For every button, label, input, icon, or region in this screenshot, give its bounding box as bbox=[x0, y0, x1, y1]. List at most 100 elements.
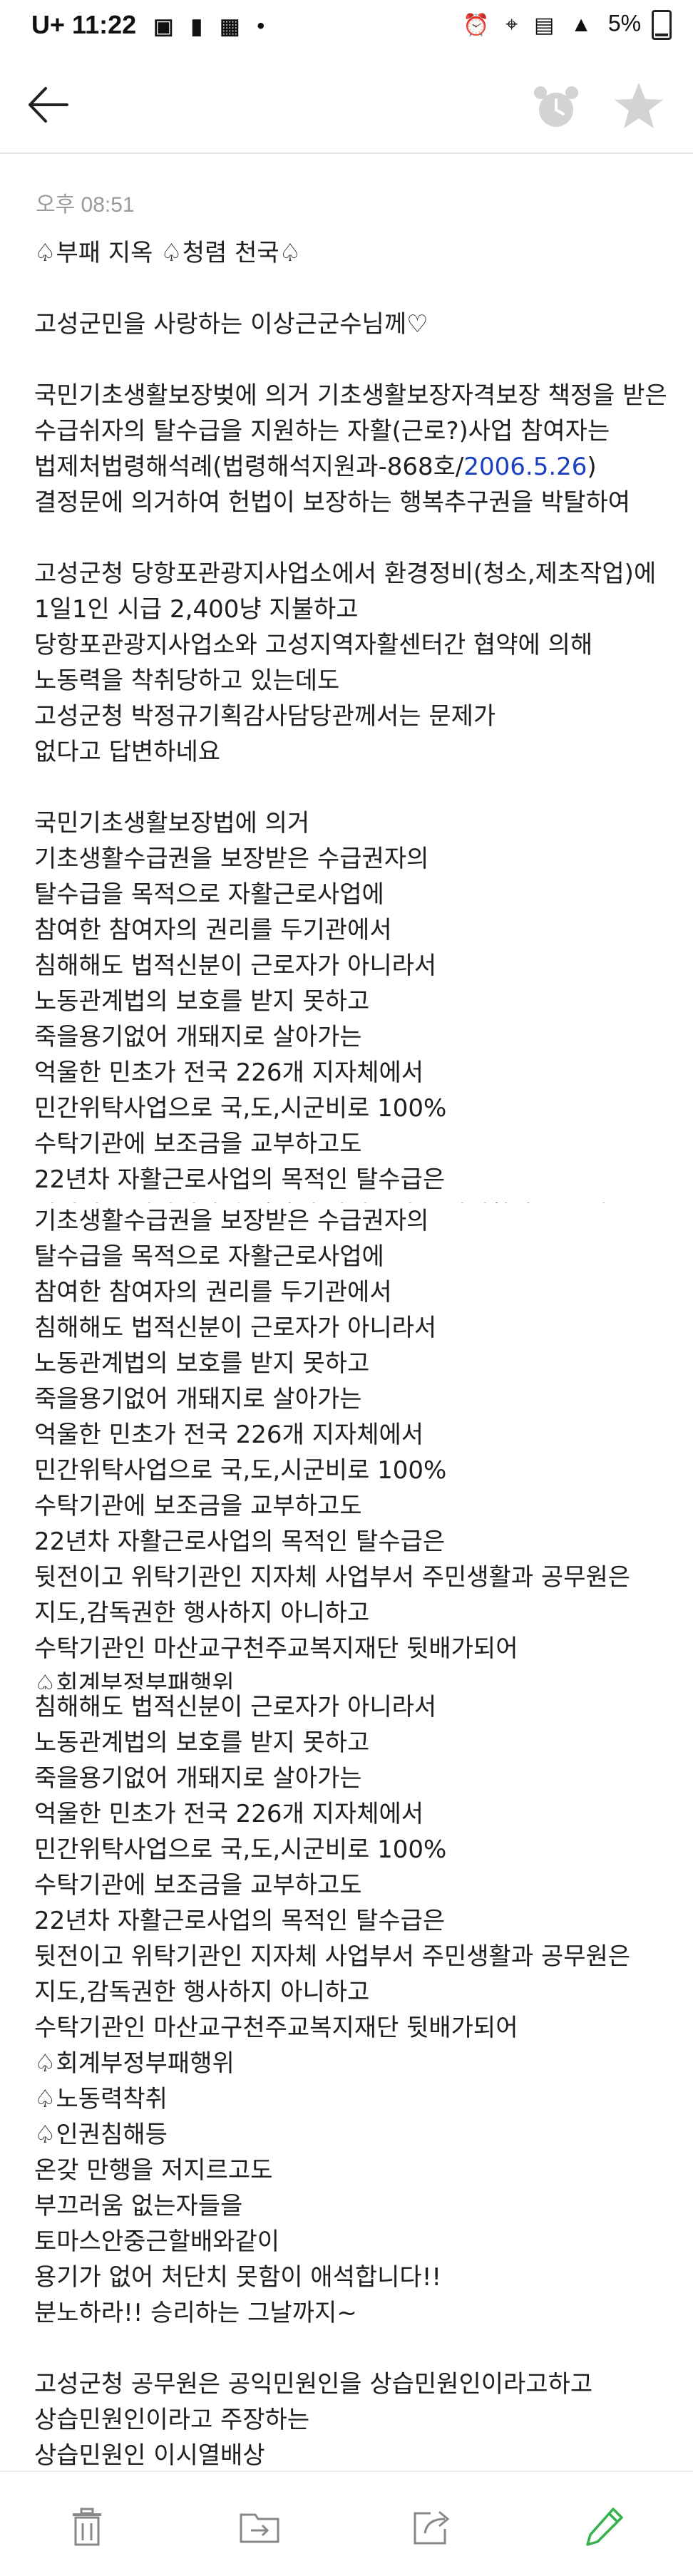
share-button[interactable] bbox=[409, 2503, 455, 2549]
message-line: 수급쉬자의 탈수급을 지원하는 자활(근로?)사업 참여자는 bbox=[34, 417, 610, 445]
alarm-status-icon: ⏰ bbox=[462, 13, 490, 37]
pencil-icon bbox=[586, 2508, 623, 2546]
battery-icon bbox=[652, 10, 672, 40]
message-line: 노동관계법의 보호를 받지 못하고 bbox=[34, 987, 370, 1016]
trash-icon bbox=[73, 2508, 101, 2546]
message-line: 고성군청 박정규기획감사담당관께서는 문제가 bbox=[34, 702, 496, 731]
star-icon bbox=[615, 83, 663, 128]
message-text: 법제처법령해석례(법령해석지원과-868호/ bbox=[34, 453, 464, 481]
message-line: 기초생활수급권을 보장받은 수급권자의 bbox=[34, 1207, 429, 1235]
message-line: 뒷전이고 위탁기관인 지자체 사업부서 주민생활과 공무원은 bbox=[34, 1942, 631, 1971]
message-line: 노동력을 착취당하고 있는데도 bbox=[34, 666, 340, 695]
message-line: 상습민원인 이시열배상 bbox=[34, 2441, 265, 2470]
message-line: 탈수급을 목적으로 자활근로사업에 bbox=[34, 1242, 384, 1271]
message-line: 죽을용기없어 개돼지로 살아가는 bbox=[34, 1764, 362, 1793]
message-line: 없다고 답변하네요 bbox=[34, 738, 221, 766]
message-line: 용기가 없어 처단치 못함이 애석합니다!! bbox=[34, 2263, 441, 2292]
dot-icon: • bbox=[257, 14, 265, 38]
message-line: 당항포관광지사업소와 고성지역자활센터간 협약에 의해 bbox=[34, 631, 593, 659]
message-line: 뒷전이고 위탁기관인 지자체 사업부서 주민생활과 공무원은 bbox=[34, 1563, 631, 1592]
bottom-toolbar bbox=[0, 2471, 693, 2576]
favorite-button[interactable] bbox=[610, 77, 667, 134]
status-left: U+ 11:22 ▣ ▮ ▦ • bbox=[31, 10, 265, 40]
message-line: 1일1인 시급 2,400냥 지불하고 bbox=[34, 595, 359, 624]
message-body-part3: 침해해도 법적신분이 근로자가 아니라서노동관계법의 보호를 받지 못하고죽을용… bbox=[34, 1689, 676, 2471]
message-line: 고성군청 공무원은 공익민원인을 상습민원인이라고하고 bbox=[34, 2370, 593, 2399]
status-right: ⏰ ⌖ ▤ ▲ 5% bbox=[463, 10, 672, 40]
message-line: 수탁기관에 보조금을 교부하고도 bbox=[34, 1871, 362, 1900]
message-line: 수탁기관인 마산교구천주교복지재단 뒷배가되어 bbox=[34, 2014, 518, 2042]
message-line bbox=[34, 271, 676, 306]
message-line: 억울한 민초가 전국 226개 지자체에서 bbox=[34, 1800, 424, 1828]
carrier-label: U+ bbox=[31, 10, 66, 39]
message-line: 침해해도 법적신분이 근로자가 아니라서 bbox=[34, 1314, 437, 1342]
edit-button[interactable] bbox=[582, 2503, 627, 2549]
message-line: 민간위탁사업으로 국,도,시군비로 100% bbox=[34, 1094, 447, 1123]
message-line: ♤부패 지옥 ♤청렴 천국♤ bbox=[34, 239, 302, 267]
app-bar bbox=[0, 56, 693, 154]
message-line: 노동관계법의 보호를 받지 못하고 bbox=[34, 1349, 370, 1378]
back-button[interactable] bbox=[24, 80, 74, 130]
message-line: 국민기초생활보장법에 의거 bbox=[34, 809, 310, 838]
message-body-part1: ♤부패 지옥 ♤청렴 천국♤ 고성군민을 사랑하는 이상근군수님께♡ 국민기초생활보… bbox=[34, 235, 676, 1233]
message-line: 민간위탁사업으로 국,도,시군비로 100% bbox=[34, 1456, 447, 1485]
message-line: 고성군민을 사랑하는 이상근군수님께♡ bbox=[34, 310, 428, 339]
message-line bbox=[34, 770, 676, 805]
message-line: 참여한 참여자의 권리를 두기관에서 bbox=[34, 1278, 392, 1307]
gallery-icon: ▣ bbox=[153, 14, 174, 38]
back-arrow-icon bbox=[29, 87, 68, 123]
clock: 11:22 bbox=[72, 10, 137, 39]
message-text: ) bbox=[587, 453, 597, 481]
battery-text: 5% bbox=[607, 10, 642, 36]
message-line: 침해해도 법적신분이 근로자가 아니라서 bbox=[34, 1693, 437, 1721]
message-line: 민간위탁사업으로 국,도,시군비로 100% bbox=[34, 1835, 447, 1864]
message-line: 22년차 자활근로사업의 목적인 탈수급은 bbox=[34, 1907, 446, 1935]
message-line: 수탁기관인 마산교구천주교복지재단 뒷배가되어 bbox=[34, 1634, 518, 1663]
message-timestamp: 오후 08:51 bbox=[36, 193, 135, 217]
bag-icon: ▦ bbox=[220, 14, 240, 38]
message-line: 기초생활수급권을 보장받은 수급권자의 bbox=[34, 845, 429, 873]
message-line: 지도,감독권한 행사하지 아니하고 bbox=[34, 1978, 370, 2006]
delete-button[interactable] bbox=[64, 2503, 110, 2549]
message-line: ♤인권침해등 bbox=[34, 2121, 168, 2149]
message-line: 수탁기관에 보조금을 교부하고도 bbox=[34, 1130, 362, 1158]
status-bar: U+ 11:22 ▣ ▮ ▦ • ⏰ ⌖ ▤ ▲ 5% bbox=[0, 0, 693, 56]
volte-icon: ▤ bbox=[534, 13, 555, 37]
message-line: 결정문에 의거하여 헌법이 보장하는 행복추구권을 박탈하여 bbox=[34, 488, 631, 517]
message-line: 죽을용기없어 개돼지로 살아가는 bbox=[34, 1385, 362, 1413]
signal-icon: ▲ bbox=[570, 13, 592, 36]
file-icon: ▮ bbox=[190, 14, 203, 38]
alarm-clock-icon bbox=[534, 86, 578, 127]
message-line: 죽을용기없어 개돼지로 살아가는 bbox=[34, 1023, 362, 1051]
message-line: 토마스안중근할배와같이 bbox=[34, 2227, 280, 2256]
message-line: 참여한 참여자의 권리를 두기관에서 bbox=[34, 916, 392, 944]
message-line bbox=[34, 342, 676, 378]
message-line: 고성군청 당항포관광지사업소에서 환경정비(청소,제초작업)에 bbox=[34, 560, 657, 588]
message-line: 온갖 만행을 저지르고도 bbox=[34, 2156, 273, 2185]
message-line: 국민기초생활보장벚에 의거 기초생활보장자격보장 책정을 받은 bbox=[34, 381, 667, 410]
message-line: 22년차 자활근로사업의 목적인 탈수급은 bbox=[34, 1165, 446, 1194]
message-line: 침해해도 법적신분이 근로자가 아니라서 bbox=[34, 952, 437, 980]
message-line: 부끄러움 없는자들을 bbox=[34, 2192, 243, 2220]
message-body-part2: 기초생활수급권을 보장받은 수급권자의탈수급을 목적으로 자활근로사업에참여한 … bbox=[34, 1203, 676, 1709]
reminder-button[interactable] bbox=[528, 78, 585, 135]
share-icon bbox=[414, 2510, 450, 2545]
message-line: 억울한 민초가 전국 226개 지자체에서 bbox=[34, 1421, 424, 1449]
message-line: 억울한 민초가 전국 226개 지자체에서 bbox=[34, 1058, 424, 1087]
message-line: ♤노동력착취 bbox=[34, 2085, 168, 2113]
message-line: 법제처법령해석례(법령해석지원과-868호/2006.5.26) bbox=[34, 449, 676, 485]
message-line: 탈수급을 목적으로 자활근로사업에 bbox=[34, 880, 384, 909]
message-line: 상습민원인이라고 주장하는 bbox=[34, 2406, 310, 2434]
folder-move-icon bbox=[240, 2513, 279, 2543]
message-line: 노동관계법의 보호를 받지 못하고 bbox=[34, 1729, 370, 1757]
message-line: 수탁기관에 보조금을 교부하고도 bbox=[34, 1492, 362, 1520]
message-line: 지도,감독권한 행사하지 아니하고 bbox=[34, 1599, 370, 1627]
message-line: 22년차 자활근로사업의 목적인 탈수급은 bbox=[34, 1527, 446, 1556]
message-line bbox=[34, 520, 676, 556]
date-link[interactable]: 2006.5.26 bbox=[463, 453, 587, 481]
location-icon: ⌖ bbox=[505, 13, 518, 36]
move-button[interactable] bbox=[237, 2503, 282, 2549]
message-line: 분노하라!! 승리하는 그날까지~ bbox=[34, 2299, 357, 2327]
message-line: ♤회계부정부패행위 bbox=[34, 2049, 235, 2078]
message-line bbox=[34, 2331, 676, 2366]
